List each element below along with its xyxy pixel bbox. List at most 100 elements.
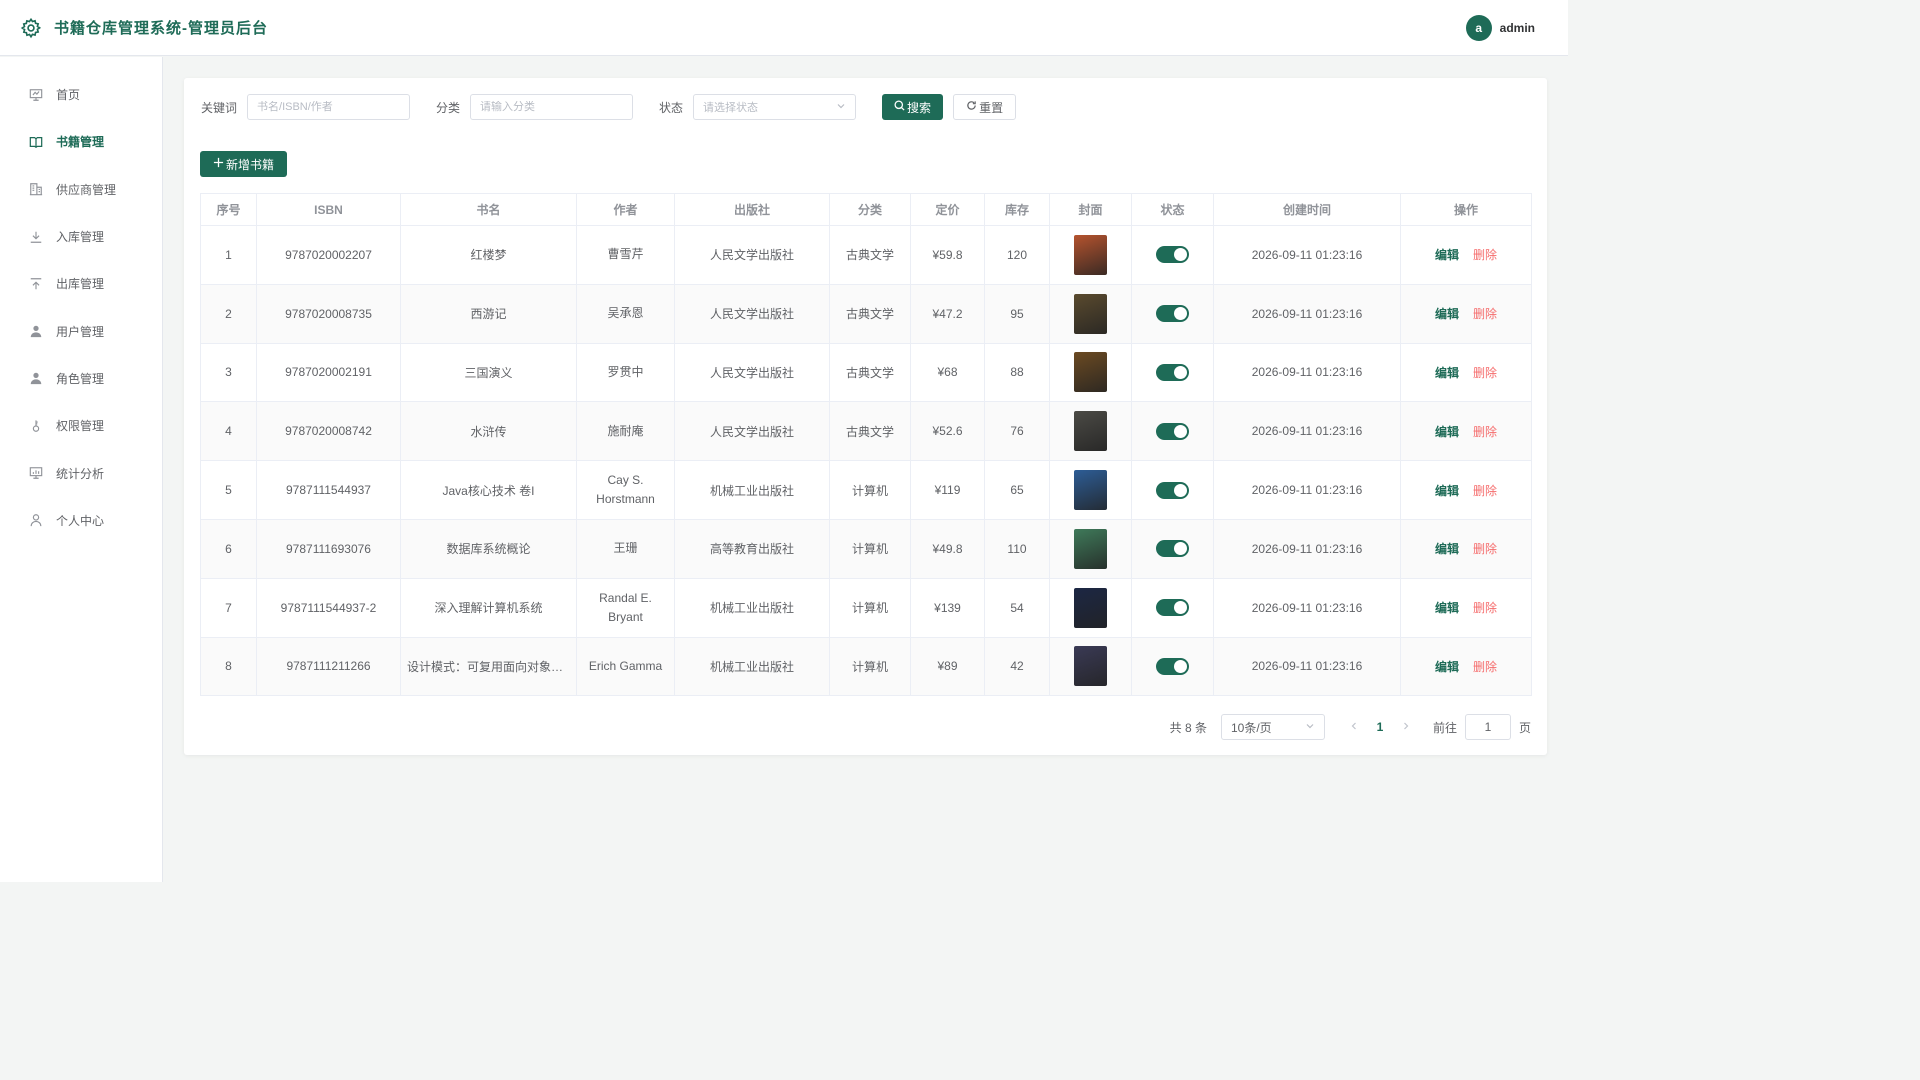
edit-button[interactable]: 编辑 — [1435, 658, 1459, 675]
cell-author: 罗贯中 — [576, 342, 675, 403]
cell-isbn: 9787111544937 — [256, 460, 401, 520]
book-title: 数据库系统概论 — [446, 542, 531, 557]
sidebar-item-outbound[interactable]: 出库管理 — [0, 260, 162, 307]
table-row: 5 9787111544937 Java核心技术 卷I Cay S. Horstman… — [200, 460, 1532, 520]
status-toggle[interactable] — [1156, 599, 1189, 617]
cell-stock: 42 — [984, 636, 1050, 697]
book-cover-image[interactable] — [1074, 411, 1107, 452]
book-cover-image[interactable] — [1074, 528, 1107, 569]
sidebar-item-books[interactable]: 书籍管理 — [0, 118, 162, 165]
sidebar-item-label: 出库管理 — [56, 277, 105, 292]
search-button[interactable]: 搜索 — [882, 94, 944, 120]
delete-button[interactable]: 删除 — [1473, 482, 1497, 499]
page-size-value: 10条/页 — [1230, 720, 1272, 735]
edit-button[interactable]: 编辑 — [1435, 540, 1459, 557]
cell-isbn: 9787111693076 — [256, 518, 401, 579]
pagination: 共 8 条 10条/页 1 前往 页 — [1170, 714, 1531, 740]
cell-price: ¥119 — [910, 460, 985, 520]
sidebar-item-home[interactable]: 首页 — [0, 71, 162, 118]
book-cover-image[interactable] — [1074, 646, 1107, 687]
edit-button[interactable]: 编辑 — [1435, 482, 1459, 499]
cell-actions: 编辑 删除 — [1400, 401, 1532, 462]
book-cover-image[interactable] — [1074, 587, 1107, 628]
keyword-input[interactable] — [257, 101, 401, 113]
status-toggle[interactable] — [1156, 422, 1189, 440]
next-page-button[interactable] — [1393, 720, 1419, 734]
edit-button[interactable]: 编辑 — [1435, 599, 1459, 616]
sidebar-item-suppliers[interactable]: 供应商管理 — [0, 166, 162, 213]
chart-icon — [29, 466, 43, 480]
sidebar-item-statistics[interactable]: 统计分析 — [0, 449, 162, 496]
add-book-label: 新增书籍 — [226, 157, 275, 172]
status-select[interactable]: 请选择状态 — [693, 94, 857, 120]
page-number[interactable]: 1 — [1367, 720, 1393, 734]
refresh-icon — [966, 100, 977, 114]
cell-status — [1131, 460, 1214, 520]
pagination-total: 共 8 条 — [1169, 720, 1207, 735]
cell-author: 曹雪芹 — [576, 225, 675, 285]
delete-button[interactable]: 删除 — [1473, 599, 1497, 616]
cell-publisher: 人民文学出版社 — [674, 401, 830, 462]
cell-stock: 54 — [984, 577, 1050, 638]
category-field[interactable] — [470, 94, 634, 120]
goto-page-input[interactable] — [1464, 714, 1511, 740]
sidebar-item-profile[interactable]: 个人中心 — [0, 497, 162, 544]
book-cover-image[interactable] — [1074, 293, 1107, 334]
table-row: 1 9787020002207 红楼梦 曹雪芹 人民文学出版社 古典文学 ¥59.8 120 2… — [200, 225, 1532, 285]
cell-cover — [1049, 460, 1132, 520]
search-form: 关键词 分类 状态 请选择状态 搜索 重置 — [201, 94, 1017, 120]
table-row: 4 9787020008742 水浒传 施耐庵 人民文学出版社 古典文学 ¥52.6 76 20… — [200, 401, 1532, 462]
sidebar-item-roles[interactable]: 角色管理 — [0, 355, 162, 402]
col-header-publisher: 出版社 — [674, 193, 830, 226]
delete-button[interactable]: 删除 — [1473, 540, 1497, 557]
status-toggle[interactable] — [1156, 305, 1189, 323]
cell-cover — [1049, 342, 1132, 403]
delete-button[interactable]: 删除 — [1473, 364, 1497, 381]
edit-button[interactable]: 编辑 — [1435, 423, 1459, 440]
cell-author: 王珊 — [576, 518, 675, 579]
status-label: 状态 — [659, 100, 684, 115]
edit-button[interactable]: 编辑 — [1435, 364, 1459, 381]
cell-status — [1131, 283, 1214, 344]
edit-button[interactable]: 编辑 — [1435, 305, 1459, 322]
book-cover-image[interactable] — [1074, 352, 1107, 393]
content-card: 关键词 分类 状态 请选择状态 搜索 重置 新增书籍 — [184, 78, 1547, 755]
search-icon — [894, 100, 905, 114]
category-input[interactable] — [480, 101, 624, 113]
add-book-button[interactable]: 新增书籍 — [200, 151, 288, 177]
delete-button[interactable]: 删除 — [1473, 246, 1497, 263]
user-menu[interactable]: a admin — [1465, 14, 1535, 41]
sidebar-item-users[interactable]: 用户管理 — [0, 307, 162, 354]
cell-actions: 编辑 删除 — [1400, 518, 1532, 579]
sidebar-item-permissions[interactable]: 权限管理 — [0, 402, 162, 449]
status-toggle[interactable] — [1156, 540, 1189, 558]
status-toggle[interactable] — [1156, 657, 1189, 675]
brand: 书籍仓库管理系统-管理员后台 — [20, 17, 268, 39]
reset-button[interactable]: 重置 — [953, 94, 1017, 120]
username[interactable]: admin — [1500, 21, 1535, 35]
prev-page-button[interactable] — [1341, 720, 1367, 734]
page-size-select[interactable]: 10条/页 — [1220, 714, 1325, 740]
cell-title: 数据库系统概论 — [400, 518, 577, 579]
sidebar-item-label: 书籍管理 — [56, 135, 105, 150]
status-toggle[interactable] — [1156, 481, 1189, 499]
edit-button[interactable]: 编辑 — [1435, 246, 1459, 263]
sidebar-item-inbound[interactable]: 入库管理 — [0, 213, 162, 260]
status-toggle[interactable] — [1156, 246, 1189, 264]
cell-stock: 120 — [984, 225, 1050, 285]
status-toggle[interactable] — [1156, 363, 1189, 381]
page-suffix: 页 — [1518, 720, 1531, 735]
col-header-isbn: ISBN — [256, 193, 401, 226]
avatar[interactable]: a — [1465, 14, 1492, 41]
delete-button[interactable]: 删除 — [1473, 305, 1497, 322]
cell-price: ¥49.8 — [910, 518, 985, 579]
keyword-field[interactable] — [247, 94, 411, 120]
delete-button[interactable]: 删除 — [1473, 423, 1497, 440]
cell-status — [1131, 401, 1214, 462]
sidebar-item-label: 用户管理 — [56, 324, 105, 339]
delete-button[interactable]: 删除 — [1473, 658, 1497, 675]
chevron-down-icon — [836, 101, 846, 114]
book-cover-image[interactable] — [1074, 234, 1107, 275]
cell-title: 三国演义 — [400, 342, 577, 403]
book-cover-image[interactable] — [1074, 470, 1107, 511]
